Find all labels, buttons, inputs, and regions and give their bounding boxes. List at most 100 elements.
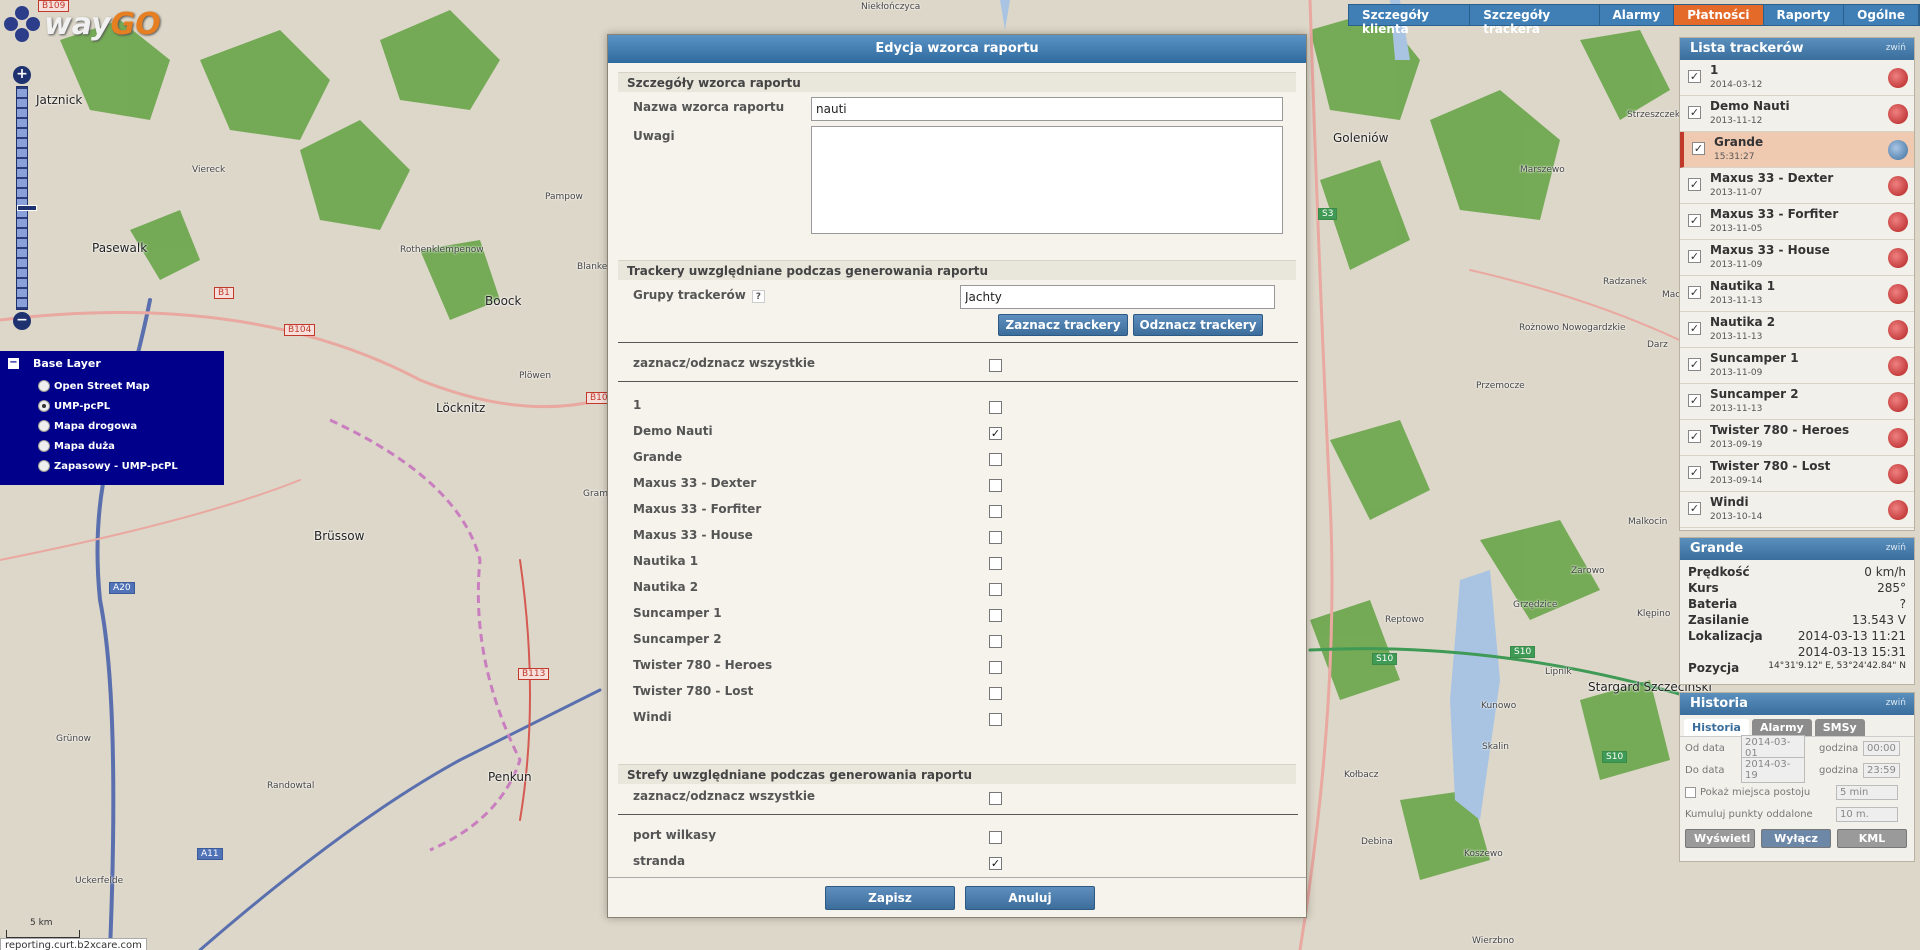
tracker-list-item[interactable]: ✓ Maxus 33 - Forfiter 2013-11-05 <box>1680 204 1914 240</box>
zoom-thumb[interactable] <box>17 205 37 211</box>
tracker-visible-checkbox[interactable]: ✓ <box>1692 142 1705 155</box>
trackers-collapse-button[interactable]: zwiń <box>1886 43 1906 53</box>
deselect-trackers-button[interactable]: Odznacz trackery <box>1133 314 1263 336</box>
history-tab[interactable]: Historia <box>1684 719 1749 736</box>
zoom-out-button[interactable]: − <box>13 312 31 330</box>
zoom-slider[interactable] <box>16 86 37 310</box>
nav-tab[interactable]: Szczegóły klienta <box>1349 5 1471 36</box>
history-tab[interactable]: SMSy <box>1814 719 1865 736</box>
layer-radio[interactable] <box>38 380 50 392</box>
select-trackers-button[interactable]: Zaznacz trackery <box>998 314 1128 336</box>
nav-tab[interactable]: Alarmy <box>1600 5 1675 25</box>
tracker-list-item[interactable]: ✓ Suncamper 1 2013-11-09 <box>1680 348 1914 384</box>
tracker-visible-checkbox[interactable]: ✓ <box>1688 250 1701 263</box>
tracker-checkbox[interactable] <box>989 713 1002 726</box>
tracker-visible-checkbox[interactable]: ✓ <box>1688 70 1701 83</box>
stops-select[interactable]: 5 min <box>1836 784 1898 800</box>
history-button[interactable]: Wyświetl <box>1685 828 1755 848</box>
tracker-list-item[interactable]: ✓ Suncamper 2 2013-11-13 <box>1680 384 1914 420</box>
layer-option[interactable]: Mapa drogowa <box>38 416 216 436</box>
layer-radio[interactable] <box>38 420 50 432</box>
pan-right-icon[interactable] <box>26 17 40 31</box>
road-label: B1 <box>214 287 234 299</box>
tracker-checkbox[interactable] <box>989 453 1002 466</box>
zone-checkbox[interactable]: ✓ <box>989 857 1002 870</box>
pan-down-icon[interactable] <box>15 28 29 42</box>
tracker-checkbox[interactable] <box>989 609 1002 622</box>
toggle-all-checkbox[interactable] <box>989 359 1002 372</box>
tracker-checkbox[interactable] <box>989 505 1002 518</box>
tracker-checkbox[interactable] <box>989 531 1002 544</box>
zone-checkbox[interactable] <box>989 831 1002 844</box>
tracker-visible-checkbox[interactable]: ✓ <box>1688 178 1701 191</box>
tracker-checkbox[interactable] <box>989 557 1002 570</box>
tracker-list-item[interactable]: ✓ Nautika 1 2013-11-13 <box>1680 276 1914 312</box>
cancel-button[interactable]: Anuluj <box>965 886 1095 910</box>
tracker-checkbox[interactable] <box>989 583 1002 596</box>
tracker-date: 2013-11-13 <box>1710 296 1763 306</box>
nav-tab[interactable]: Ogólne <box>1844 5 1919 25</box>
history-button[interactable]: Wyłącz <box>1761 828 1831 848</box>
tracker-list-item[interactable]: ✓ Maxus 33 - Dexter 2013-11-07 <box>1680 168 1914 204</box>
tracker-visible-checkbox[interactable]: ✓ <box>1688 358 1701 371</box>
layer-option[interactable]: UMP-pcPL <box>38 396 216 416</box>
details-collapse-button[interactable]: zwiń <box>1886 543 1906 553</box>
layer-option[interactable]: Mapa duża <box>38 436 216 456</box>
tracker-visible-checkbox[interactable]: ✓ <box>1688 214 1701 227</box>
pan-control[interactable] <box>4 6 40 42</box>
tracker-checkbox[interactable] <box>989 635 1002 648</box>
tracker-visible-checkbox[interactable]: ✓ <box>1688 502 1701 515</box>
map-town: Grzędzice <box>1513 600 1558 610</box>
history-collapse-button[interactable]: zwiń <box>1886 698 1906 708</box>
tracker-list-item[interactable]: ✓ Nautika 2 2013-11-13 <box>1680 312 1914 348</box>
groups-input[interactable] <box>960 285 1275 309</box>
nav-tab[interactable]: Raporty <box>1764 5 1845 25</box>
layer-radio[interactable] <box>38 460 50 472</box>
tracker-visible-checkbox[interactable]: ✓ <box>1688 106 1701 119</box>
name-input[interactable] <box>811 97 1283 121</box>
tracker-list-item[interactable]: ✓ 1 2014-03-12 <box>1680 60 1914 96</box>
tracker-list-item[interactable]: ✓ Twister 780 - Lost 2013-09-14 <box>1680 456 1914 492</box>
pan-left-icon[interactable] <box>4 17 18 31</box>
tracker-checkbox[interactable] <box>989 687 1002 700</box>
tracker-visible-checkbox[interactable]: ✓ <box>1688 322 1701 335</box>
zoom-control[interactable]: + − <box>12 66 37 330</box>
map-town: Boock <box>485 294 522 308</box>
cumulate-label: Kumuluj punkty oddalone <box>1685 808 1813 820</box>
tracker-list-item[interactable]: ✓ Maxus 33 - House 2013-11-09 <box>1680 240 1914 276</box>
from-time-input[interactable]: 00:00 <box>1863 740 1900 756</box>
tracker-visible-checkbox[interactable]: ✓ <box>1688 394 1701 407</box>
tracker-visible-checkbox[interactable]: ✓ <box>1688 430 1701 443</box>
tracker-list-item[interactable]: ✓ Demo Nauti 2013-11-12 <box>1680 96 1914 132</box>
tracker-checkbox[interactable] <box>989 661 1002 674</box>
divider <box>618 814 1298 815</box>
tracker-list-item[interactable]: ✓ Grande 15:31:27 <box>1680 132 1914 168</box>
collapse-icon[interactable]: − <box>8 358 19 369</box>
tracker-checkbox[interactable] <box>989 401 1002 414</box>
layer-option[interactable]: Zapasowy - UMP-pcPL <box>38 456 216 476</box>
pan-up-icon[interactable] <box>15 6 29 20</box>
history-tab[interactable]: Alarmy <box>1751 719 1812 736</box>
tracker-list-item[interactable]: ✓ Windi 2013-10-14 <box>1680 492 1914 528</box>
help-icon[interactable]: ? <box>751 290 765 303</box>
stops-checkbox[interactable] <box>1685 786 1696 798</box>
layer-radio[interactable] <box>38 440 50 452</box>
tracker-visible-checkbox[interactable]: ✓ <box>1688 466 1701 479</box>
zoom-in-button[interactable]: + <box>13 66 31 84</box>
tracker-checkbox[interactable] <box>989 479 1002 492</box>
to-date-input[interactable]: 2014-03-19 <box>1741 757 1805 783</box>
layer-option[interactable]: Open Street Map <box>38 376 216 396</box>
from-time-label: godzina <box>1819 742 1859 754</box>
history-button[interactable]: KML <box>1837 828 1907 848</box>
to-time-input[interactable]: 23:59 <box>1863 762 1900 778</box>
zones-toggle-all-checkbox[interactable] <box>989 792 1002 805</box>
layer-radio[interactable] <box>38 400 50 412</box>
save-button[interactable]: Zapisz <box>825 886 955 910</box>
tracker-list-item[interactable]: ✓ Twister 780 - Heroes 2013-09-19 <box>1680 420 1914 456</box>
tracker-checkbox[interactable]: ✓ <box>989 427 1002 440</box>
notes-textarea[interactable] <box>811 126 1283 234</box>
nav-tab[interactable]: Szczegóły trackera <box>1470 5 1600 36</box>
tracker-visible-checkbox[interactable]: ✓ <box>1688 286 1701 299</box>
nav-tab[interactable]: Płatności <box>1674 5 1764 25</box>
cumulate-select[interactable]: 10 m. <box>1836 806 1898 822</box>
